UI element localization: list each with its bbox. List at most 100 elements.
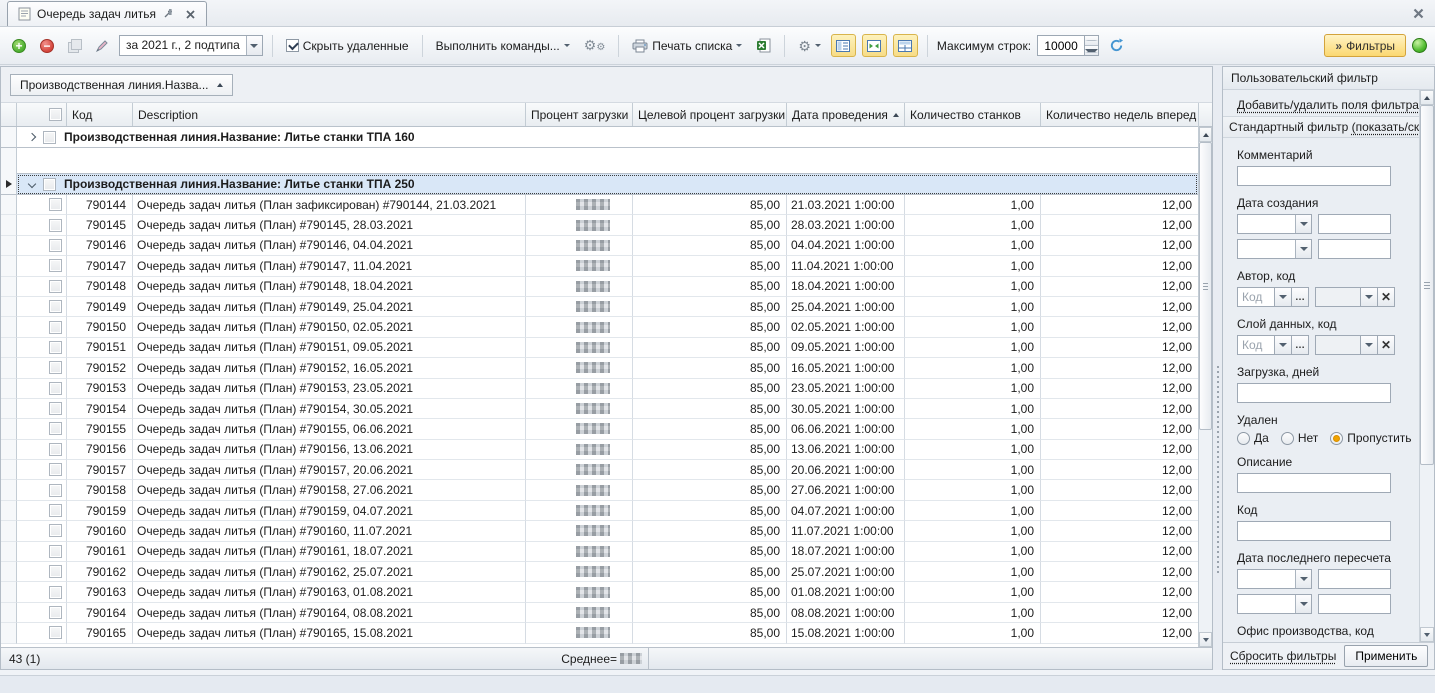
table-row[interactable]: 790160Очередь задач литья (План) #790160… [1,521,1198,541]
row-select-checkbox[interactable] [17,317,67,337]
author-value-field[interactable] [1315,287,1361,307]
table-row[interactable]: 790146Очередь задач литья (План) #790146… [1,236,1198,256]
toggle-group-panel-button[interactable] [831,34,856,57]
checkbox-icon[interactable] [43,178,56,191]
collapse-chevron-icon[interactable] [28,180,36,188]
pin-icon[interactable] [161,6,177,22]
table-row[interactable]: 790154Очередь задач литья (План) #790154… [1,399,1198,419]
column-header-code[interactable]: Код [67,103,133,126]
add-remove-filter-fields-link[interactable]: Добавить/удалить поля фильтра [1237,98,1419,112]
hide-deleted-toggle[interactable]: Скрыть удаленные [282,37,413,55]
table-vertical-scrollbar[interactable] [1198,103,1212,647]
date-created-value-2[interactable] [1318,239,1391,259]
author-value-combo[interactable]: ✕ [1315,287,1395,307]
last-recalc-value-2[interactable] [1318,594,1391,614]
table-row[interactable]: 790153Очередь задач литья (План) #790153… [1,379,1198,399]
table-row[interactable]: 790157Очередь задач литья (План) #790157… [1,460,1198,480]
refresh-button[interactable] [1105,36,1128,55]
row-select-checkbox[interactable] [17,338,67,358]
row-select-checkbox[interactable] [17,215,67,235]
table-row[interactable]: 790165Очередь задач литья (План) #790165… [1,623,1198,643]
date-created-value-1[interactable] [1318,214,1391,234]
column-header-weeks-ahead[interactable]: Количество недель вперед [1041,103,1198,126]
row-select-checkbox[interactable] [17,195,67,215]
row-select-checkbox[interactable] [17,297,67,317]
tab-casting-queue[interactable]: Очередь задач литья [7,1,207,26]
table-row[interactable]: 790162Очередь задач литья (План) #790162… [1,562,1198,582]
row-select-checkbox[interactable] [17,521,67,541]
dropdown-arrow-icon[interactable] [1275,287,1292,307]
table-row[interactable]: 790151Очередь задач литья (План) #790151… [1,338,1198,358]
group-row-tpa-160[interactable]: Производственная линия.Название: Литье с… [1,127,1198,148]
last-recalc-operator-2[interactable] [1237,594,1312,614]
filter-panel-scrollbar[interactable] [1419,90,1434,642]
date-created-operator-1[interactable] [1237,214,1312,234]
scroll-up-icon[interactable] [1420,90,1434,105]
dropdown-arrow-icon[interactable] [1295,570,1311,588]
table-row[interactable]: 790144Очередь задач литья (План зафиксир… [1,195,1198,215]
row-select-checkbox[interactable] [17,501,67,521]
column-header-load-percent[interactable]: Процент загрузки [526,103,633,126]
table-row[interactable]: 790163Очередь задач литья (План) #790163… [1,582,1198,602]
scroll-up-icon[interactable] [1199,127,1212,142]
group-row-tpa-250[interactable]: Производственная линия.Название: Литье с… [1,174,1198,195]
fit-columns-button[interactable] [862,34,887,57]
scrollbar-thumb[interactable] [1420,105,1434,465]
scrollbar-thumb[interactable] [1199,142,1212,430]
edit-button[interactable] [91,37,113,55]
deleted-option-skip[interactable]: Пропустить [1330,431,1411,445]
dropdown-arrow-icon[interactable] [1361,335,1378,355]
dropdown-arrow-icon[interactable] [1295,240,1311,258]
print-list-button[interactable]: Печать списка [628,37,746,55]
code-input[interactable] [1237,521,1391,541]
row-select-checkbox[interactable] [17,277,67,297]
row-select-checkbox[interactable] [17,379,67,399]
data-layer-code-combo[interactable]: Код … [1237,335,1309,355]
table-row[interactable]: 790164Очередь задач литья (План) #790164… [1,603,1198,623]
column-header-machine-count[interactable]: Количество станков [905,103,1041,126]
header-select-all[interactable] [17,103,67,126]
table-row[interactable]: 790161Очередь задач литья (План) #790161… [1,542,1198,562]
scroll-down-icon[interactable] [1420,627,1434,642]
copy-button[interactable] [64,37,85,54]
delete-button[interactable]: − [36,37,58,55]
row-select-checkbox[interactable] [17,603,67,623]
period-selector-dropdown[interactable] [246,36,262,55]
max-rows-spinner[interactable] [1037,35,1099,56]
date-created-operator-2[interactable] [1237,239,1312,259]
group-by-button[interactable]: Производственная линия.Назва... [10,74,233,96]
execute-commands-button[interactable]: Выполнить команды... [432,37,574,55]
add-button[interactable]: + [8,37,30,55]
spin-down-icon[interactable] [1085,46,1098,55]
table-row[interactable]: 790150Очередь задач литья (План) #790150… [1,317,1198,337]
scroll-down-icon[interactable] [1199,632,1212,647]
ellipsis-lookup-icon[interactable]: … [1292,335,1309,355]
column-header-target-percent[interactable]: Целевой процент загрузки [633,103,787,126]
commands-settings-button[interactable]: ⚙⚙ [580,36,610,55]
table-row[interactable]: 790147Очередь задач литья (План) #790147… [1,256,1198,276]
grid-settings-button[interactable]: ⚙ [794,37,825,55]
ellipsis-lookup-icon[interactable]: … [1292,287,1309,307]
scrollbar-track[interactable] [1420,465,1434,627]
deleted-option-yes[interactable]: Да [1237,431,1269,445]
table-row[interactable]: 790155Очередь задач литья (План) #790155… [1,419,1198,439]
spin-up-icon[interactable] [1085,36,1098,46]
table-row[interactable]: 790158Очередь задач литья (План) #790158… [1,480,1198,500]
column-header-description[interactable]: Description [133,103,526,126]
table-row[interactable]: 790152Очередь задач литья (План) #790152… [1,358,1198,378]
row-select-checkbox[interactable] [17,542,67,562]
clear-icon[interactable]: ✕ [1378,287,1395,307]
print-dropdown-arrow-icon[interactable] [736,44,742,47]
comment-input[interactable] [1237,166,1391,186]
dropdown-arrow-icon[interactable] [1275,335,1292,355]
row-select-checkbox[interactable] [17,358,67,378]
table-row[interactable]: 790156Очередь задач литья (План) #790156… [1,440,1198,460]
apply-filters-button[interactable]: Применить [1344,645,1428,667]
table-row[interactable]: 790145Очередь задач литья (План) #790145… [1,215,1198,235]
data-layer-value-field[interactable] [1315,335,1361,355]
filters-toggle-button[interactable]: » Фильтры [1324,34,1406,57]
dropdown-arrow-icon[interactable] [1295,215,1311,233]
row-select-checkbox[interactable] [17,562,67,582]
row-select-checkbox[interactable] [17,440,67,460]
description-input[interactable] [1237,473,1391,493]
